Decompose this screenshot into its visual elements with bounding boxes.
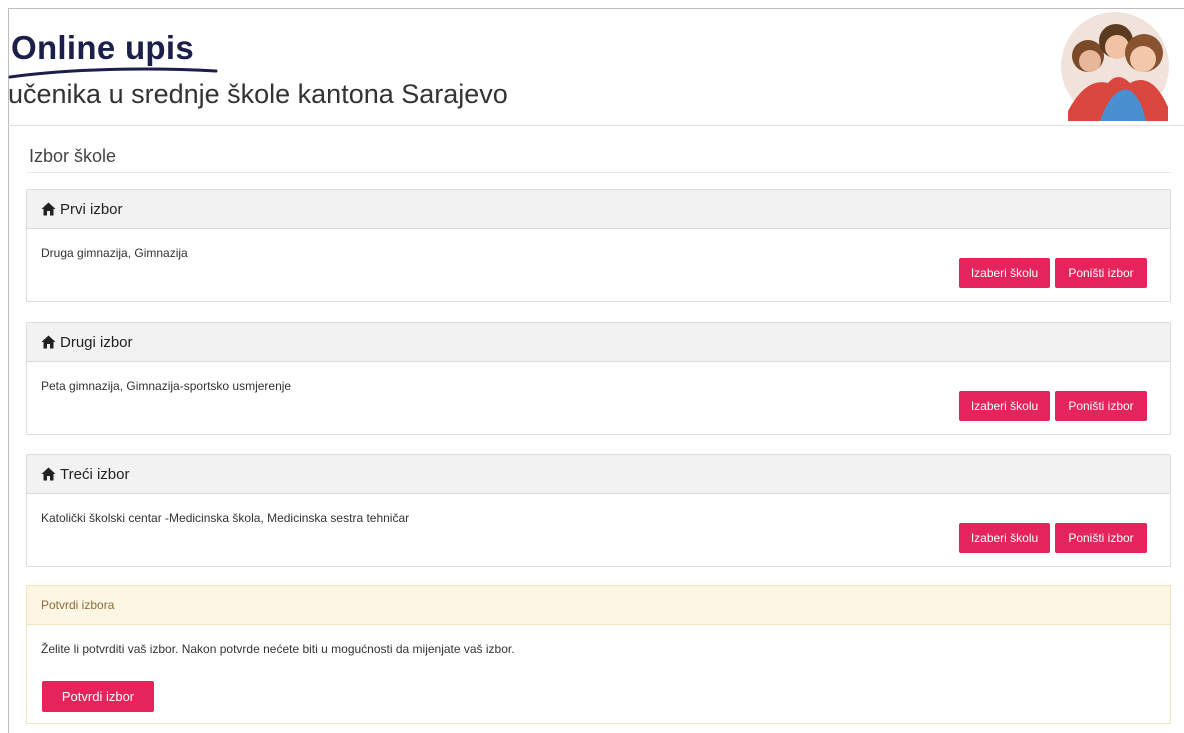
choice-heading: Treći izbor <box>60 465 130 483</box>
choice-panel-2: Drugi izbor Peta gimnazija, Gimnazija-sp… <box>26 322 1171 435</box>
divider <box>27 172 1171 173</box>
select-school-button[interactable]: Izaberi školu <box>959 523 1050 553</box>
site-header: Online upis učenika u srednje škole kant… <box>8 9 1184 126</box>
confirm-heading: Potvrdi izbora <box>27 586 1170 625</box>
selected-school: Druga gimnazija, Gimnazija <box>41 246 188 260</box>
cancel-choice-button[interactable]: Poništi izbor <box>1055 258 1147 288</box>
choice-header: Prvi izbor <box>27 190 1170 229</box>
home-icon <box>41 335 56 349</box>
home-icon <box>41 202 56 216</box>
choice-heading: Drugi izbor <box>60 333 133 351</box>
selected-school: Peta gimnazija, Gimnazija-sportsko usmje… <box>41 379 292 393</box>
choice-heading: Prvi izbor <box>60 200 123 218</box>
confirm-button[interactable]: Potvrdi izbor <box>42 681 154 712</box>
confirm-message: Želite li potvrditi vaš izbor. Nakon pot… <box>41 642 515 656</box>
cancel-choice-button[interactable]: Poništi izbor <box>1055 391 1147 421</box>
selected-school: Katolički školski centar -Medicinska ško… <box>41 511 410 525</box>
logo-swoosh-icon <box>8 67 218 79</box>
confirm-panel: Potvrdi izbora Želite li potvrditi vaš i… <box>26 585 1171 724</box>
select-school-button[interactable]: Izaberi školu <box>959 258 1050 288</box>
home-icon <box>41 467 56 481</box>
choice-header: Drugi izbor <box>27 323 1170 362</box>
students-photo-icon <box>1061 12 1169 121</box>
logo-subtitle: učenika u srednje škole kantona Sarajevo <box>8 79 508 109</box>
choice-header: Treći izbor <box>27 455 1170 494</box>
choice-panel-1: Prvi izbor Druga gimnazija, Gimnazija Iz… <box>26 189 1171 302</box>
choice-panel-3: Treći izbor Katolički školski centar -Me… <box>26 454 1171 567</box>
cancel-choice-button[interactable]: Poništi izbor <box>1055 523 1147 553</box>
logo-title[interactable]: Online upis <box>11 29 194 67</box>
section-title: Izbor škole <box>29 146 117 166</box>
select-school-button[interactable]: Izaberi školu <box>959 391 1050 421</box>
